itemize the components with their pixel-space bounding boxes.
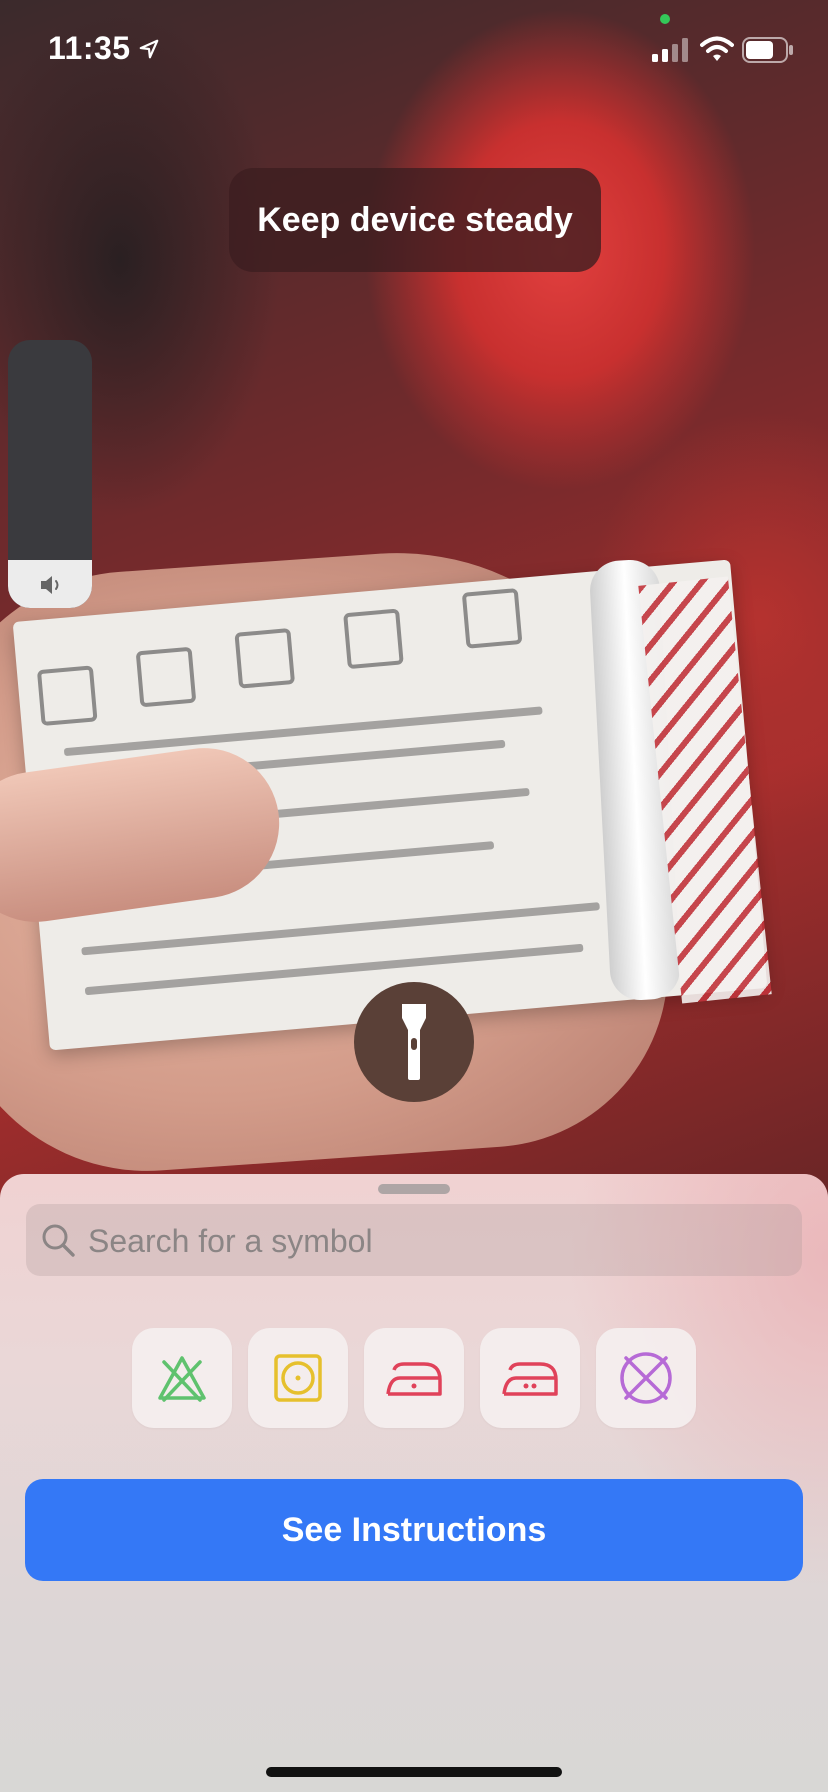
speaker-icon [41,576,59,594]
symbol-button-do-not-bleach[interactable] [132,1328,232,1428]
camera-in-use-indicator [660,14,670,24]
symbol-button-iron-medium[interactable] [480,1328,580,1428]
cellular-signal-icon [652,38,688,62]
symbol-bottom-sheet: See Instructions [0,1174,828,1792]
volume-hud [8,340,92,608]
tumble-dry-icon [274,1354,322,1402]
do-not-bleach-icon [158,1356,206,1402]
do-not-dry-clean-icon [620,1352,672,1404]
flashlight-icon [402,1004,426,1080]
toast-message: Keep device steady [257,200,573,239]
flashlight-button[interactable] [354,982,474,1102]
symbol-button-do-not-dry-clean[interactable] [596,1328,696,1428]
sheet-grabber[interactable] [378,1184,450,1194]
wifi-icon [700,36,734,61]
location-arrow-icon [139,39,159,59]
symbol-button-tumble-dry[interactable] [248,1328,348,1428]
status-bar: 11:35 [0,0,828,100]
symbol-button-iron-low[interactable] [364,1328,464,1428]
home-indicator[interactable] [266,1767,562,1777]
status-time: 11:35 [48,30,131,66]
iron-medium-icon [502,1362,558,1396]
magnifying-glass-icon [42,1224,75,1257]
search-input[interactable] [86,1204,790,1278]
see-instructions-button[interactable]: See Instructions [25,1479,803,1581]
iron-low-icon [386,1362,442,1396]
detected-symbols-row [132,1328,696,1428]
battery-icon [742,37,793,63]
search-bar[interactable] [26,1204,802,1278]
see-instructions-label: See Instructions [281,1510,547,1549]
steady-device-toast: Keep device steady [229,168,601,272]
